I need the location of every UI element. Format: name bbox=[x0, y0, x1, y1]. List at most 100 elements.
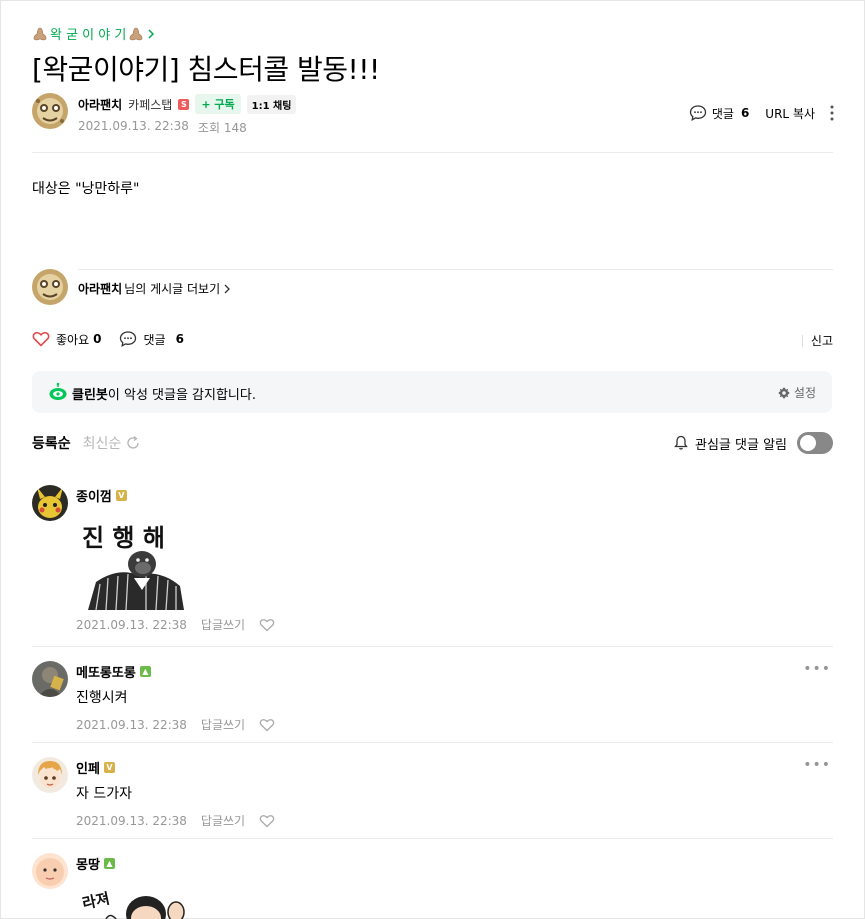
subscribe-button[interactable]: + 구독 bbox=[195, 94, 241, 114]
comment-nickname[interactable]: 인페 bbox=[76, 758, 100, 777]
reply-button[interactable]: 답글쓰기 bbox=[201, 616, 245, 633]
comment-more-icon[interactable]: ••• bbox=[803, 661, 831, 677]
report-divider bbox=[801, 334, 803, 347]
comment-meta: 2021.09.13. 22:38 답글쓰기 bbox=[76, 716, 275, 733]
comment-divider bbox=[32, 646, 833, 647]
cleanbot-setting-button[interactable]: 설정 bbox=[778, 384, 816, 401]
reply-button[interactable]: 답글쓰기 bbox=[201, 812, 245, 829]
more-posts-link[interactable]: 아라팬치 님의 게시글 더보기 bbox=[78, 280, 232, 297]
comment-meta: 2021.09.13. 22:38 답글쓰기 bbox=[76, 616, 275, 633]
comment-sort: 등록순 최신순 bbox=[32, 433, 141, 453]
header-divider bbox=[32, 152, 833, 153]
author-avatar[interactable] bbox=[32, 93, 68, 129]
report-button[interactable]: 신고 bbox=[811, 332, 833, 349]
post-views: 조회 148 bbox=[197, 121, 247, 135]
comment-heart-icon[interactable] bbox=[259, 618, 275, 632]
staff-badge-icon: S bbox=[178, 98, 190, 110]
commenter-avatar-image bbox=[32, 661, 68, 697]
comment-date: 2021.09.13. 22:38 bbox=[76, 717, 187, 732]
comment-text: 진행시켜 bbox=[76, 690, 128, 706]
comment-divider bbox=[32, 742, 833, 743]
commenter-avatar[interactable] bbox=[32, 853, 68, 889]
comment-item: 몽땅 ▲ bbox=[76, 854, 115, 873]
comment-date: 2021.09.13. 22:38 bbox=[76, 813, 187, 828]
comment-author: 몽땅 ▲ bbox=[76, 854, 115, 873]
comment-nickname[interactable]: 종이껌 bbox=[76, 486, 112, 505]
post-date: 2021.09.13. 22:38 bbox=[78, 119, 189, 133]
cleanbot-setting-label[interactable]: 설정 bbox=[794, 384, 816, 401]
level-badge-icon: V bbox=[115, 490, 127, 501]
board-name[interactable]: 왁 굳 이 야 기 bbox=[50, 24, 126, 43]
post-meta: 2021.09.13. 22:38 조회 148 bbox=[78, 119, 247, 136]
chevron-right-icon bbox=[148, 28, 155, 39]
cleanbot-icon bbox=[49, 382, 67, 400]
comment-item: 인페 V 자 드가자 2021.09.13. 22:38 답글쓰기 bbox=[76, 758, 275, 829]
commenter-avatar[interactable] bbox=[32, 485, 68, 521]
gear-icon bbox=[778, 387, 790, 398]
sticker-text: 진 행 해 bbox=[82, 524, 165, 552]
comment-more-icon[interactable]: ••• bbox=[803, 757, 831, 773]
comment-bubble-icon[interactable] bbox=[119, 330, 137, 348]
level-badge-icon: V bbox=[103, 762, 115, 773]
url-copy-button[interactable]: URL 복사 bbox=[765, 105, 815, 122]
report-area: 신고 bbox=[801, 332, 833, 349]
cleanbot-banner: 클린봇이 악성 댓글을 감지합니다. 설정 bbox=[32, 371, 832, 413]
commenter-avatar[interactable] bbox=[32, 661, 68, 697]
cleanbot-message: 클린봇이 악성 댓글을 감지합니다. bbox=[72, 384, 256, 403]
commenter-avatar-image bbox=[32, 757, 68, 793]
commenter-avatar[interactable] bbox=[32, 757, 68, 793]
author-avatar-image bbox=[32, 93, 68, 129]
comment-item: 종이껌 V bbox=[76, 486, 127, 505]
comment-sticker[interactable]: 라져 bbox=[76, 880, 188, 919]
reply-button[interactable]: 답글쓰기 bbox=[201, 716, 245, 733]
board-link[interactable]: 왁 굳 이 야 기 bbox=[32, 24, 156, 43]
comment-divider bbox=[32, 838, 833, 839]
notify-toggle[interactable] bbox=[797, 432, 833, 454]
sort-latest-tab[interactable]: 최신순 bbox=[83, 433, 122, 453]
comment-notify: 관심글 댓글 알림 bbox=[673, 432, 833, 454]
author-info: 아라팬치 카페스탭 S + 구독 1:1 채팅 bbox=[78, 94, 297, 114]
heart-icon[interactable] bbox=[32, 331, 50, 347]
comment-author: 인페 V bbox=[76, 758, 275, 777]
comment-meta: 2021.09.13. 22:38 답글쓰기 bbox=[76, 812, 275, 829]
comment-author: 종이껌 V bbox=[76, 486, 127, 505]
bell-icon bbox=[674, 435, 688, 450]
like-count[interactable]: 0 bbox=[93, 332, 101, 346]
top-comments-label[interactable]: 댓글 bbox=[712, 105, 734, 122]
comment-date: 2021.09.13. 22:38 bbox=[76, 617, 187, 632]
chat-button[interactable]: 1:1 채팅 bbox=[246, 94, 297, 114]
top-comments-count[interactable]: 6 bbox=[741, 106, 749, 120]
board-emoji-icon bbox=[129, 27, 143, 40]
sticker-image: 진 행 해 bbox=[82, 524, 184, 610]
chevron-right-icon bbox=[224, 284, 231, 293]
sort-registered-tab[interactable]: 등록순 bbox=[32, 433, 71, 453]
more-vertical-icon[interactable] bbox=[829, 104, 835, 122]
comment-nickname[interactable]: 몽땅 bbox=[76, 854, 100, 873]
refresh-icon[interactable] bbox=[125, 435, 141, 451]
comment-label[interactable]: 댓글 bbox=[143, 331, 165, 348]
commenter-avatar-image bbox=[32, 853, 68, 889]
level-badge-icon: ▲ bbox=[103, 858, 115, 869]
like-label[interactable]: 좋아요 bbox=[56, 331, 89, 348]
comment-nickname[interactable]: 메또롱또롱 bbox=[76, 662, 136, 681]
post-body: 대상은 "낭만하루" bbox=[32, 181, 140, 197]
more-posts-text[interactable]: 님의 게시글 더보기 bbox=[124, 280, 220, 297]
author-avatar-small[interactable] bbox=[32, 269, 68, 305]
comment-text: 자 드가자 bbox=[76, 786, 132, 802]
comment-bubble-icon[interactable] bbox=[689, 104, 707, 122]
sticker-image: 라져 bbox=[81, 889, 185, 919]
comment-author: 메또롱또롱 ▲ bbox=[76, 662, 275, 681]
sticker-text: 라져 bbox=[81, 889, 112, 912]
comment-heart-icon[interactable] bbox=[259, 814, 275, 828]
content-divider bbox=[78, 269, 833, 270]
post-top-actions: 댓글 6 URL 복사 bbox=[689, 104, 835, 122]
more-posts-author[interactable]: 아라팬치 bbox=[78, 280, 122, 297]
author-grade: 카페스탭 bbox=[128, 97, 173, 112]
author-nickname[interactable]: 아라팬치 bbox=[78, 96, 122, 113]
comment-count[interactable]: 6 bbox=[176, 332, 184, 346]
comment-sticker[interactable]: 진 행 해 bbox=[76, 512, 188, 610]
comment-heart-icon[interactable] bbox=[259, 718, 275, 732]
author-avatar-image bbox=[32, 269, 68, 305]
comment-item: 메또롱또롱 ▲ 진행시켜 2021.09.13. 22:38 답글쓰기 bbox=[76, 662, 275, 733]
reaction-bar: 좋아요 0 댓글 6 bbox=[32, 330, 184, 348]
